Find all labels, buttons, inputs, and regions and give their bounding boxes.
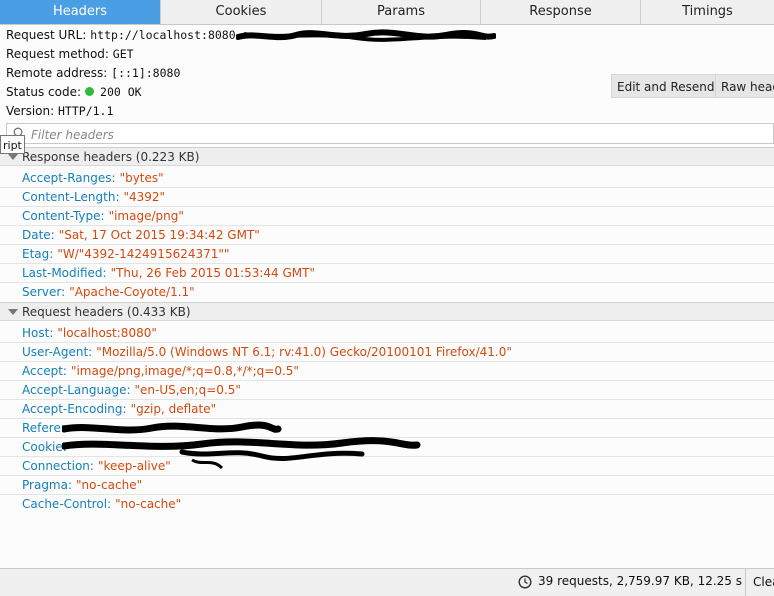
request-url-value: http://localhost:8080 [90, 28, 236, 42]
filter-headers-box[interactable] [6, 123, 774, 144]
header-value: "Thu, 26 Feb 2015 01:53:44 GMT" [110, 266, 315, 280]
header-row: Last-Modified: "Thu, 26 Feb 2015 01:53:44… [0, 264, 774, 283]
request-method-value: GET [112, 47, 134, 61]
header-value: "Apache-Coyote/1.1" [69, 285, 195, 299]
header-value: "gzip, deflate" [130, 402, 217, 416]
header-row: Pragma: "no-cache" [0, 476, 774, 495]
status-code-row: Status code: 200 OK [6, 83, 142, 102]
header-value: "image/png,image/*;q=0.8,*/*;q=0.5" [70, 364, 299, 378]
request-url-label: Request URL: [6, 28, 87, 42]
header-key: User-Agent: "Mozilla/5.0 (Windows NT 6.1;… [22, 345, 512, 359]
collapse-triangle-icon[interactable] [8, 154, 18, 161]
header-key: Connection: "keep-alive" [22, 459, 171, 473]
header-key: Last-Modified: "Thu, 26 Feb 2015 01:53:44… [22, 266, 315, 280]
header-key: Server: "Apache-Coyote/1.1" [22, 285, 195, 299]
header-row: Connection: "keep-alive" [0, 457, 774, 476]
header-value: "no-cache" [76, 478, 143, 492]
header-row: Content-Type: "image/png" [0, 207, 774, 226]
status-code-label: Status code: [6, 85, 82, 99]
version-value: HTTP/1.1 [58, 104, 114, 118]
tab-headers[interactable]: Headers [0, 0, 161, 24]
requests-summary: 39 requests, 2,759.97 KB, 12.25 s [538, 574, 742, 588]
header-value: "bytes" [119, 171, 164, 185]
header-key: Cache-Control: "no-cache" [22, 497, 182, 511]
header-value: "en-US,en;q=0.5" [134, 383, 241, 397]
header-row: Accept-Encoding: "gzip, deflate" [0, 400, 774, 419]
header-row: Accept-Ranges: "bytes" [0, 169, 774, 188]
header-row: Host: "localhost:8080" [0, 324, 774, 343]
request-summary: Request URL: http://localhost:8080 Reque… [0, 24, 774, 122]
header-key: Accept-Ranges: "bytes" [22, 171, 164, 185]
request-method-row: Request method: GET [6, 45, 134, 64]
response-headers-title: Response headers (0.223 KB) [22, 150, 200, 164]
version-label: Version: [6, 104, 55, 118]
header-key: Accept-Language: "en-US,en;q=0.5" [22, 383, 241, 397]
header-row: Etag: "W/"4392-1424915624371"" [0, 245, 774, 264]
header-row: Server: "Apache-Coyote/1.1" [0, 283, 774, 302]
header-value: "image/png" [108, 209, 184, 223]
remote-address-label: Remote address: [6, 66, 108, 80]
header-key: Content-Type: "image/png" [22, 209, 184, 223]
raw-headers-button[interactable]: Raw heade [715, 74, 774, 98]
header-row: User-Agent: "Mozilla/5.0 (Windows NT 6.1;… [0, 343, 774, 362]
tab-bar: Headers Cookies Params Response Timings [0, 0, 774, 25]
collapse-triangle-icon[interactable] [8, 309, 18, 316]
header-row: Content-Length: "4392" [0, 188, 774, 207]
header-key: Content-Length: "4392" [22, 190, 166, 204]
header-key: Host: "localhost:8080" [22, 326, 157, 340]
header-key: Pragma: "no-cache" [22, 478, 143, 492]
request-url-row: Request URL: http://localhost:8080 [6, 26, 496, 45]
header-value: "W/"4392-1424915624371"" [57, 247, 230, 261]
version-row: Version: HTTP/1.1 [6, 102, 113, 121]
remote-address-value: [::1]:8080 [111, 66, 181, 80]
status-bar: 39 requests, 2,759.97 KB, 12.25 s Clea [0, 568, 774, 596]
header-row: Accept-Language: "en-US,en;q=0.5" [0, 381, 774, 400]
filter-headers-input[interactable] [29, 126, 633, 143]
tooltip: ript [0, 135, 25, 154]
header-key: Date: "Sat, 17 Oct 2015 19:34:42 GMT" [22, 228, 260, 242]
header-key: Accept: "image/png,image/*;q=0.8,*/*;q=0.… [22, 364, 299, 378]
header-value: "Mozilla/5.0 (Windows NT 6.1; rv:41.0) G… [96, 345, 512, 359]
header-row: Accept: "image/png,image/*;q=0.8,*/*;q=0.… [0, 362, 774, 381]
redaction-scribble [62, 421, 282, 434]
status-dot-icon [85, 87, 95, 96]
header-row: Cache-Control: "no-cache" [0, 495, 774, 514]
header-value: "localhost:8080" [57, 326, 157, 340]
header-value: "Sat, 17 Oct 2015 19:34:42 GMT" [58, 228, 260, 242]
response-headers-section[interactable]: Response headers (0.223 KB) [0, 147, 774, 166]
header-value: "keep-alive" [97, 459, 171, 473]
status-code-value: 200 OK [100, 85, 142, 99]
header-key: Etag: "W/"4392-1424915624371"" [22, 247, 230, 261]
redaction-scribble [235, 28, 496, 42]
header-value: "no-cache" [115, 497, 182, 511]
tab-params[interactable]: Params [322, 0, 481, 24]
header-key: Accept-Encoding: "gzip, deflate" [22, 402, 217, 416]
clear-button[interactable]: Clea [745, 569, 774, 596]
tab-cookies[interactable]: Cookies [161, 0, 322, 24]
tab-response[interactable]: Response [481, 0, 641, 24]
tab-timings[interactable]: Timings [641, 0, 774, 24]
request-method-label: Request method: [6, 47, 109, 61]
request-headers-title: Request headers (0.433 KB) [22, 305, 191, 319]
header-value: "4392" [123, 190, 166, 204]
remote-address-row: Remote address: [::1]:8080 [6, 64, 180, 83]
request-headers-section[interactable]: Request headers (0.433 KB) [0, 302, 774, 321]
header-row: Date: "Sat, 17 Oct 2015 19:34:42 GMT" [0, 226, 774, 245]
edit-and-resend-button[interactable]: Edit and Resend [611, 74, 721, 98]
clock-icon [518, 575, 532, 589]
